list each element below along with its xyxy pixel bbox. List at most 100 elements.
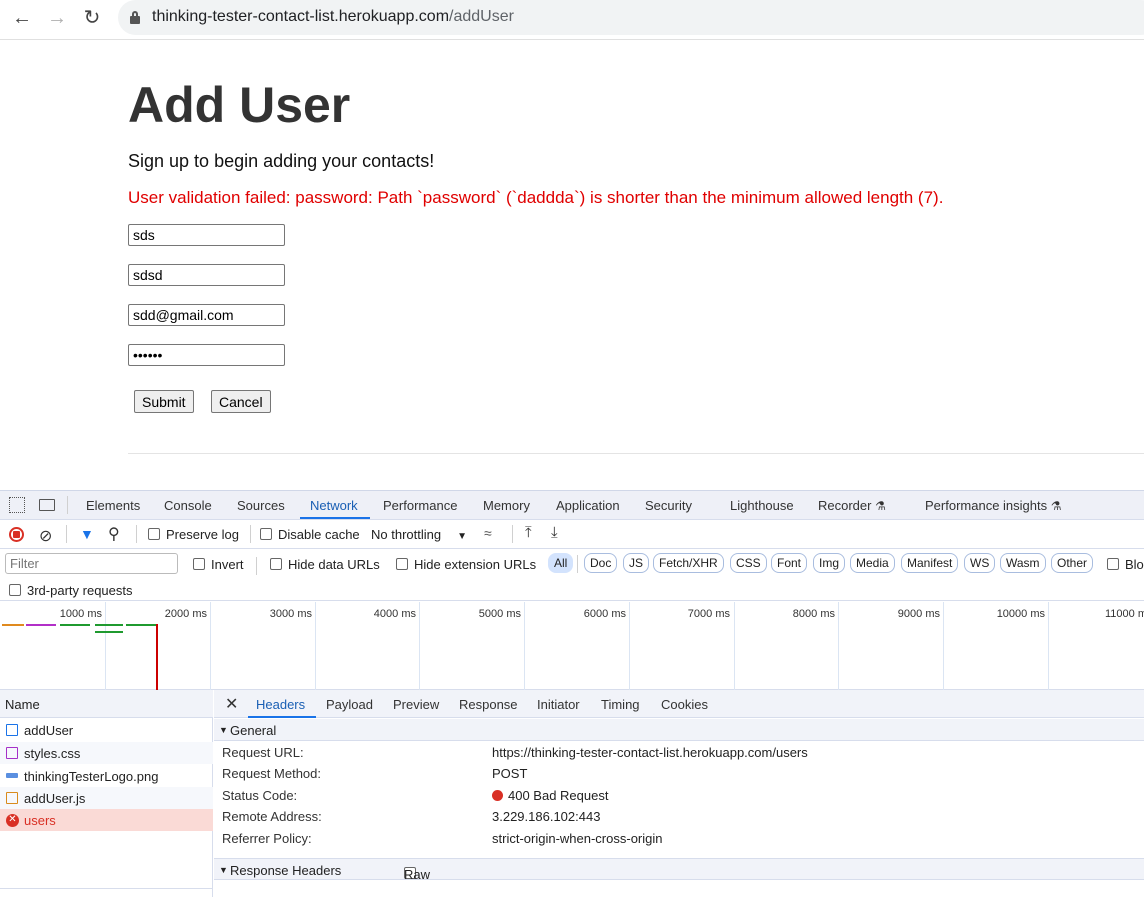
preserve-log-checkbox[interactable]: Preserve log (148, 527, 239, 542)
tab-security[interactable]: Security (645, 498, 692, 513)
tab-network[interactable]: Network (310, 498, 358, 513)
disable-cache-checkbox[interactable]: Disable cache (260, 527, 360, 542)
tab-sources[interactable]: Sources (237, 498, 285, 513)
hide-extension-urls-checkbox[interactable]: Hide extension URLs (396, 557, 536, 572)
request-details-panel: ✕ Headers Payload Preview Response Initi… (214, 690, 1144, 897)
tab-recorder[interactable]: Recorder ⚗ (818, 498, 886, 513)
submit-button[interactable]: Submit (134, 390, 194, 413)
flask-icon: ⚗ (1050, 499, 1062, 513)
upload-icon[interactable]: ⤒ (525, 524, 532, 541)
last-name-input[interactable] (128, 264, 285, 286)
tab-performance[interactable]: Performance (383, 498, 457, 513)
throttling-value: No throttling (371, 527, 442, 542)
type-filter-other[interactable]: Other (1051, 553, 1094, 573)
timeline-label: 10000 ms (996, 608, 1045, 620)
blocked-requests-checkbox[interactable]: Blo (1107, 557, 1144, 572)
record-icon[interactable] (9, 527, 24, 542)
type-filter-ws[interactable]: WS (964, 553, 996, 573)
type-filter-wasm[interactable]: Wasm (1000, 553, 1046, 573)
response-headers-section-header[interactable]: ▼ Response Headers Raw (214, 858, 1144, 882)
checkbox-box[interactable] (148, 528, 160, 540)
address-bar[interactable]: thinking-tester-contact-list.herokuapp.c… (118, 0, 1144, 35)
url-path: /addUser (449, 8, 514, 25)
throttling-select[interactable]: No throttling ▼ (371, 527, 467, 542)
type-filter-js[interactable]: JS (623, 553, 650, 573)
download-icon[interactable]: ⤓ (551, 524, 558, 541)
tab-memory[interactable]: Memory (483, 498, 530, 513)
third-party-checkbox[interactable]: 3rd-party requests (9, 583, 133, 598)
browser-toolbar: ← → ↻ thinking-tester-contact-list.herok… (0, 0, 1144, 40)
tab-performance-insights[interactable]: Performance insights ⚗ (925, 498, 1062, 513)
checkbox-box[interactable] (396, 558, 408, 570)
status-code-key: Status Code: (222, 788, 298, 803)
checkbox-box[interactable] (193, 558, 205, 570)
first-name-input[interactable] (128, 224, 285, 246)
devtools-tab-bar: Elements Console Sources Network Perform… (0, 491, 1144, 520)
type-filter-fetch-xhr[interactable]: Fetch/XHR (653, 553, 724, 573)
clear-icon[interactable]: ⊘ (39, 526, 52, 546)
invert-checkbox[interactable]: Invert (193, 557, 244, 572)
tab-console[interactable]: Console (164, 498, 212, 513)
request-row[interactable]: thinkingTesterLogo.png (0, 765, 213, 787)
type-filter-media[interactable]: Media (850, 553, 895, 573)
arrow-right-icon[interactable]: → (45, 6, 69, 30)
request-row[interactable]: styles.css (0, 742, 213, 764)
type-filter-font[interactable]: Font (771, 553, 808, 573)
tab-elements[interactable]: Elements (86, 498, 140, 513)
email-input[interactable] (128, 304, 285, 326)
checkbox-box[interactable] (9, 584, 21, 596)
tab-lighthouse[interactable]: Lighthouse (730, 498, 794, 513)
tab-timing[interactable]: Timing (601, 697, 640, 712)
tab-recorder-label: Recorder (818, 498, 872, 513)
timeline-label: 2000 ms (164, 608, 207, 620)
search-icon[interactable]: ⚲ (108, 524, 120, 544)
general-section-header[interactable]: ▼ General (214, 719, 1144, 741)
status-code-value: 400 Bad Request (492, 788, 608, 803)
request-row[interactable]: addUser (0, 719, 213, 741)
active-tab-indicator (300, 517, 370, 519)
timeline-label: 8000 ms (792, 608, 835, 620)
referrer-policy-key: Referrer Policy: (222, 831, 312, 846)
timeline-label: 5000 ms (478, 608, 521, 620)
device-toolbar-icon[interactable] (39, 499, 55, 511)
request-url-key: Request URL: (222, 745, 304, 760)
request-method-key: Request Method: (222, 766, 322, 781)
checkbox-box[interactable] (1107, 558, 1119, 570)
tab-payload[interactable]: Payload (326, 697, 373, 712)
raw-label: Raw (404, 867, 431, 882)
tab-headers[interactable]: Headers (256, 697, 305, 712)
tab-preview[interactable]: Preview (393, 697, 439, 712)
filter-input[interactable] (5, 553, 178, 574)
type-filter-img[interactable]: Img (813, 553, 846, 573)
request-row[interactable]: addUser.js (0, 787, 213, 809)
filter-icon[interactable]: ▼ (80, 526, 94, 542)
name-header-label: Name (5, 697, 40, 712)
cancel-button[interactable]: Cancel (211, 390, 271, 413)
network-overview-timeline[interactable]: 1000 ms 2000 ms 3000 ms 4000 ms 5000 ms … (0, 602, 1144, 690)
gridline (629, 602, 630, 690)
inspect-element-icon[interactable] (9, 497, 25, 513)
type-filter-all[interactable]: All (548, 553, 574, 573)
request-name: thinkingTesterLogo.png (24, 769, 159, 784)
checkbox-box[interactable] (260, 528, 272, 540)
hide-data-urls-checkbox[interactable]: Hide data URLs (270, 557, 380, 572)
network-conditions-icon[interactable]: ≈ (484, 525, 492, 541)
separator (136, 525, 137, 543)
type-filter-manifest[interactable]: Manifest (901, 553, 959, 573)
arrow-left-icon[interactable]: ← (10, 6, 34, 30)
type-filter-doc[interactable]: Doc (584, 553, 618, 573)
type-filter-css[interactable]: CSS (730, 553, 767, 573)
tab-initiator[interactable]: Initiator (537, 697, 580, 712)
name-column-header[interactable]: Name (0, 690, 213, 718)
timeline-bar-xhr (126, 624, 156, 626)
reload-icon[interactable]: ↻ (80, 6, 104, 30)
timeline-label: 1000 ms (59, 608, 102, 620)
tab-application[interactable]: Application (556, 498, 620, 513)
tab-cookies[interactable]: Cookies (661, 697, 708, 712)
close-icon[interactable]: ✕ (225, 694, 238, 714)
password-input[interactable] (128, 344, 285, 366)
checkbox-box[interactable] (270, 558, 282, 570)
timeline-bar-css (26, 624, 56, 626)
request-row-selected[interactable]: ✕ users (0, 809, 213, 831)
tab-response[interactable]: Response (459, 697, 518, 712)
